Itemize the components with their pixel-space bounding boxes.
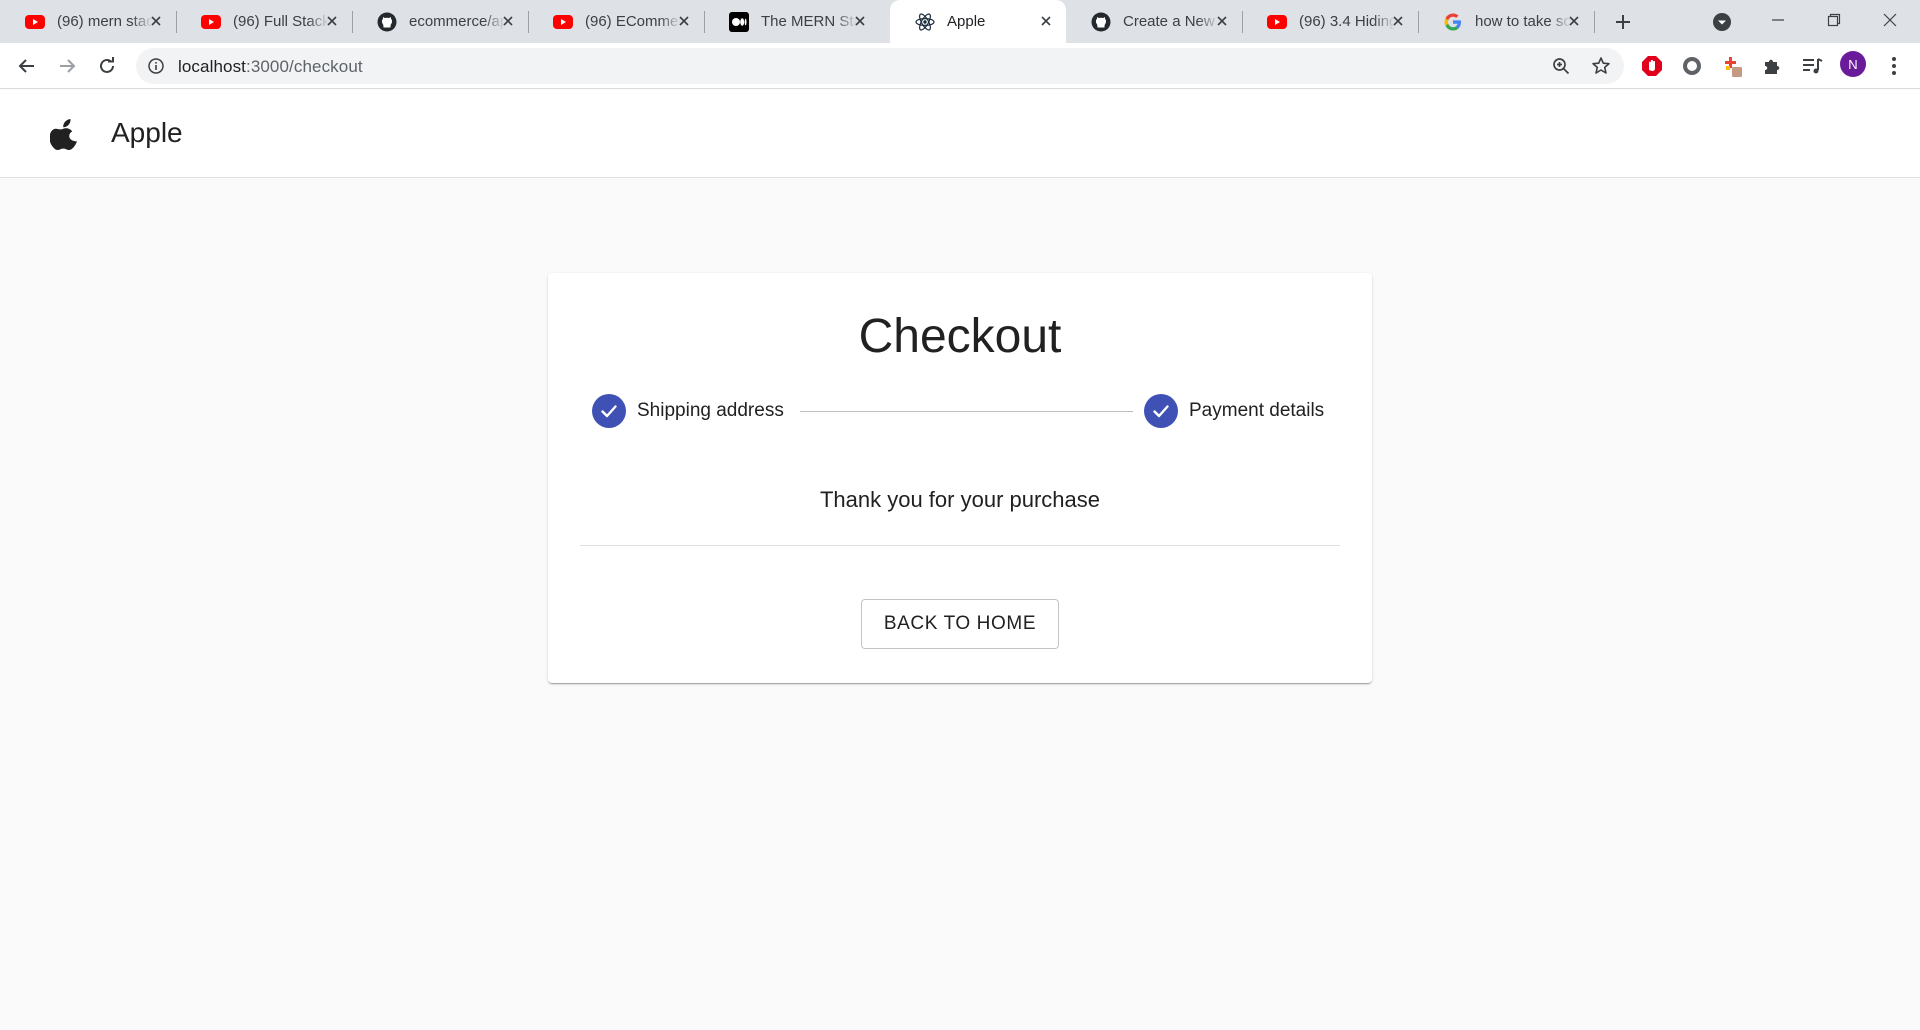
close-icon[interactable] — [1564, 11, 1584, 31]
close-icon[interactable] — [322, 11, 342, 31]
tab-title: (96) mern stack — [57, 13, 153, 30]
step-label: Shipping address — [637, 400, 784, 421]
close-icon[interactable] — [674, 11, 694, 31]
tab-title: Apple — [947, 13, 986, 30]
adblock-extension-icon[interactable] — [1638, 52, 1666, 80]
github-icon — [377, 12, 397, 32]
browser-tab[interactable]: The MERN Stack — [704, 0, 880, 43]
close-window-button[interactable] — [1862, 0, 1918, 40]
medium-icon — [729, 11, 749, 32]
step-connector — [800, 411, 1133, 412]
reload-icon — [100, 57, 114, 73]
step-shipping-address: Shipping address — [592, 394, 784, 428]
info-icon[interactable] — [146, 56, 166, 76]
browser-tab[interactable]: (96) Full Stack — [176, 0, 353, 43]
youtube-icon — [1267, 12, 1287, 32]
minimize-button[interactable] — [1750, 0, 1806, 40]
tab-title: (96) ECommerce — [585, 13, 681, 30]
tab-title: Create a New — [1123, 13, 1215, 30]
tab-separator — [1594, 11, 1595, 33]
tab-title: The MERN Stack — [761, 13, 857, 30]
url-host: localhost — [178, 57, 246, 76]
tab-title: how to take sc — [1475, 13, 1571, 30]
forward-button[interactable] — [51, 50, 83, 82]
step-payment-details: Payment details — [1144, 394, 1324, 428]
minimize-icon — [1772, 19, 1784, 21]
check-circle-icon — [592, 394, 626, 428]
github-icon — [1091, 12, 1111, 32]
star-icon[interactable] — [1588, 54, 1614, 78]
back-button[interactable] — [11, 50, 43, 82]
plus-icon — [1616, 15, 1630, 29]
react-icon — [915, 12, 935, 32]
reload-button[interactable] — [91, 50, 123, 82]
google-icon — [1443, 12, 1463, 32]
app-title: Apple — [111, 117, 183, 148]
browser-tab-active[interactable]: Apple — [890, 0, 1066, 43]
apple-icon — [49, 118, 80, 150]
restore-icon — [1827, 13, 1841, 27]
step-label: Payment details — [1189, 400, 1325, 421]
close-icon — [1883, 13, 1897, 27]
youtube-icon — [201, 12, 221, 32]
address-bar[interactable]: localhost:3000/checkout — [136, 48, 1624, 84]
close-icon[interactable] — [146, 11, 166, 31]
page-title: Checkout — [858, 310, 1062, 363]
close-icon[interactable] — [1388, 11, 1408, 31]
app-header: Apple — [0, 90, 1920, 178]
close-icon[interactable] — [1036, 11, 1056, 31]
profile-avatar[interactable]: N — [1840, 51, 1866, 77]
zoom-icon[interactable] — [1548, 54, 1574, 78]
browser-tab[interactable]: ecommerce/api — [352, 0, 529, 43]
browser-tab[interactable]: (96) 3.4 Hiding — [1242, 0, 1419, 43]
browser-tab-strip: (96) mern stack (96) Full Stack ecommerc… — [0, 0, 1920, 43]
checkout-card: Checkout Shipping address Payment detail… — [548, 273, 1372, 683]
new-tab-button[interactable] — [1608, 8, 1638, 36]
url-text[interactable]: localhost:3000/checkout — [178, 57, 363, 77]
menu-button[interactable] — [1878, 50, 1910, 82]
tab-title: (96) 3.4 Hiding — [1299, 13, 1395, 30]
tab-title: ecommerce/api — [409, 13, 505, 30]
purchase-confirmation-message: Thank you for your purchase — [819, 487, 1101, 512]
tab-search-button[interactable] — [1708, 8, 1736, 36]
browser-tab[interactable]: Create a New — [1066, 0, 1243, 43]
youtube-icon — [553, 12, 573, 32]
url-path: :3000/checkout — [246, 57, 363, 76]
divider — [580, 545, 1340, 546]
close-icon[interactable] — [498, 11, 518, 31]
back-to-home-button[interactable]: BACK TO HOME — [861, 599, 1059, 649]
youtube-icon — [25, 12, 45, 32]
close-icon[interactable] — [850, 11, 870, 31]
arrow-right-icon — [60, 59, 76, 73]
chevron-down-circle-icon — [1713, 13, 1731, 31]
browser-tab[interactable]: (96) ECommerce — [528, 0, 705, 43]
tab-title: (96) Full Stack — [233, 13, 329, 30]
close-icon[interactable] — [1212, 11, 1232, 31]
colorful-extension-icon[interactable] — [1718, 52, 1746, 80]
kebab-menu-icon — [1892, 57, 1896, 75]
browser-toolbar: localhost:3000/checkout — [0, 43, 1920, 89]
arrow-left-icon — [18, 59, 34, 73]
restore-button[interactable] — [1806, 0, 1862, 40]
circle-extension-icon[interactable] — [1678, 52, 1706, 80]
puzzle-icon[interactable] — [1758, 52, 1786, 80]
browser-tab[interactable]: how to take sc — [1418, 0, 1595, 43]
check-circle-icon — [1144, 394, 1178, 428]
media-control-icon[interactable] — [1798, 52, 1826, 80]
browser-tab[interactable]: (96) mern stack — [0, 0, 177, 43]
